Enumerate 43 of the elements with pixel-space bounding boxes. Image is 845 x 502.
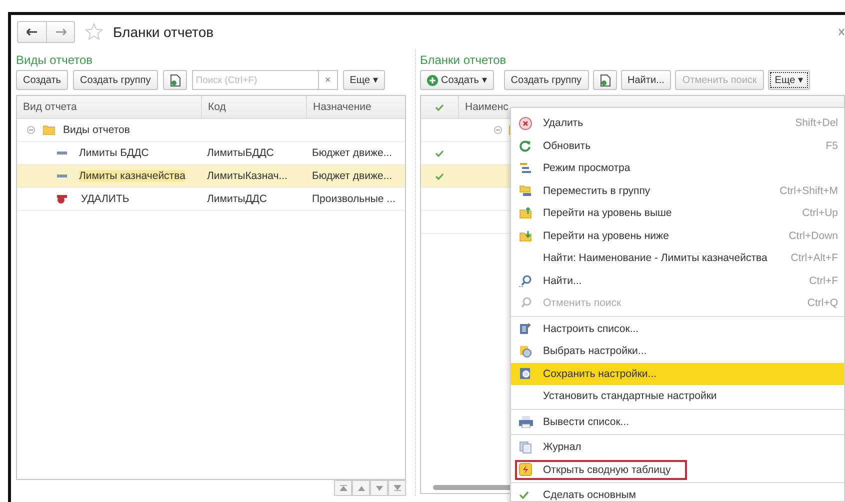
create-group-button[interactable]: Создать группу — [504, 70, 588, 90]
menu-item[interactable]: Обновить F5 — [511, 134, 844, 157]
table-cell: Бюджет движе... — [312, 170, 392, 182]
menu-item[interactable]: Выбрать настройки... — [511, 340, 844, 362]
search-field[interactable]: Поиск (Ctrl+F) — [192, 70, 318, 90]
table-row[interactable]: УДАЛИТЬ ЛимитыДДС Произвольные ... — [17, 188, 405, 211]
table-cell: ЛимитыКазнач... — [207, 170, 288, 182]
find-button[interactable]: Найти... — [620, 70, 672, 90]
create-button[interactable]: Создать ▾ — [420, 70, 494, 90]
table-cell: Лимиты казначейства — [79, 170, 186, 182]
table-cell: УДАЛИТЬ — [81, 193, 130, 205]
menu-item[interactable]: Журнал — [511, 436, 844, 458]
menu-item[interactable]: Переместить в группу Ctrl+Shift+M — [511, 180, 844, 202]
menu-item[interactable]: Режим просмотра — [511, 157, 844, 180]
menu-item[interactable]: Найти... Ctrl+F — [511, 270, 844, 292]
panel-title: Виды отчетов — [16, 53, 94, 68]
menu-item[interactable]: Сделать основным — [511, 484, 844, 502]
table-cell: ЛимитыБДДС — [207, 147, 274, 159]
column-header[interactable]: Вид отчета — [17, 96, 201, 118]
menu-item[interactable]: Открыть сводную таблицу — [511, 458, 844, 481]
table-row[interactable]: Лимиты казначейства ЛимитыКазнач... Бюджет движе... — [17, 165, 405, 188]
menu-item[interactable]: Настроить список... — [511, 318, 844, 340]
clear-button[interactable]: × — [318, 70, 338, 90]
menu-item[interactable]: Вывести список... — [511, 410, 844, 433]
menu-item[interactable]: Перейти на уровень ниже Ctrl+Down — [511, 224, 844, 247]
column-header[interactable]: Назначение — [306, 96, 405, 118]
table-cell: ЛимитыДДС — [207, 193, 268, 205]
panel-title: Бланки отчетов — [420, 53, 508, 68]
menu-item[interactable]: Установить стандартные настройки — [511, 385, 844, 408]
menu-item[interactable]: Перейти на уровень выше Ctrl+Up — [511, 202, 844, 224]
more-button[interactable]: Еще ▾ — [342, 70, 385, 90]
table-cell: Бюджет движе... — [312, 147, 392, 159]
menu-item[interactable]: Удалить Shift+Del — [511, 112, 844, 134]
window-title: Бланки отчетов — [113, 24, 214, 40]
column-header[interactable]: Код — [201, 96, 306, 118]
create-group-button[interactable]: Создать группу — [73, 70, 158, 90]
create-button[interactable]: Создать — [16, 70, 68, 90]
table-cell: Виды отчетов — [63, 124, 130, 136]
table-cell: Лимиты БДДС — [79, 147, 149, 159]
menu-item[interactable]: Сохранить настройки... — [511, 362, 844, 385]
more-button[interactable]: Еще ▾ — [768, 70, 810, 90]
table-cell: Произвольные ... — [312, 193, 396, 205]
menu-item[interactable]: Найти: Наименование - Лимиты казначейства Ctrl+Alt+F — [511, 247, 844, 270]
